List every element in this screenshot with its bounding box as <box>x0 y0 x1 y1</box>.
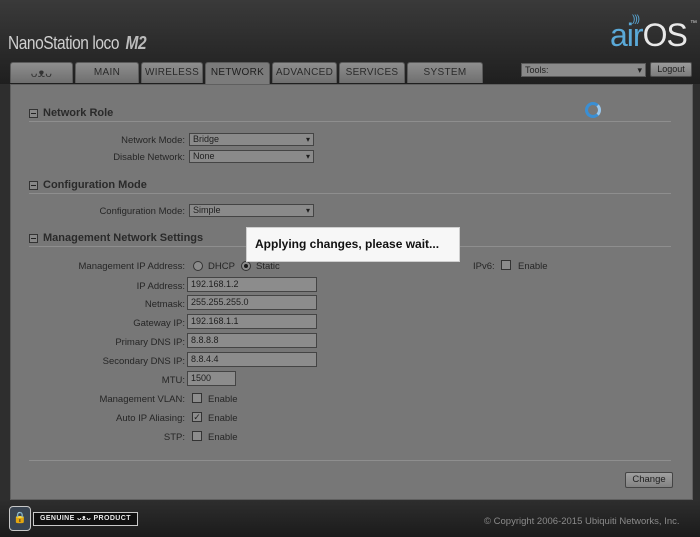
network-settings-panel: Network Role Network Mode: Bridge ▾ Disa… <box>10 84 693 500</box>
stp-enable-label: Enable <box>208 432 238 443</box>
management-network-header[interactable]: Management Network Settings <box>29 232 203 244</box>
configuration-mode-select[interactable]: Simple ▾ <box>189 204 314 217</box>
auto-ip-aliasing-label: Auto IP Aliasing: <box>115 413 185 424</box>
chevron-down-icon: ▾ <box>305 152 310 161</box>
stp-checkbox[interactable] <box>192 431 202 441</box>
mtu-field[interactable]: 1500 <box>187 371 236 386</box>
tab-wireless[interactable]: WIRELESS <box>141 62 203 83</box>
wifi-wave-icon: ))) <box>632 14 640 25</box>
tab-ubiquiti-logo[interactable]: ᴗᴥᴗ <box>10 62 73 83</box>
network-mode-label: Network Mode: <box>121 135 185 146</box>
ubiquiti-logo-icon: ᴗᴥᴗ <box>30 66 53 80</box>
ipv6-label: IPv6: <box>473 261 495 272</box>
chevron-down-icon: ▾ <box>305 135 310 144</box>
product-suffix: loco <box>92 33 120 53</box>
management-ip-address-label: Management IP Address: <box>78 261 186 272</box>
brand-tm: ™ <box>690 20 697 27</box>
product-name: NanoStation <box>8 33 89 53</box>
applying-changes-dialog: Applying changes, please wait... <box>246 227 460 262</box>
genuine-product-badge: 🔒 GENUINE ᴗᴥᴗ PRODUCT <box>9 506 144 531</box>
management-vlan-enable-label: Enable <box>208 394 238 405</box>
loading-spinner-icon <box>585 102 601 118</box>
configuration-mode-value: Simple <box>193 205 221 215</box>
mtu-label: MTU: <box>161 375 185 386</box>
ubiquiti-logo-icon: ᴗᴥᴗ <box>77 514 94 522</box>
header-bar: NanoStation loco M2 ))) airOS ™ ᴗᴥᴗ MAIN… <box>0 0 700 84</box>
gateway-ip-field[interactable]: 192.168.1.1 <box>187 314 317 329</box>
chevron-down-icon: ▾ <box>305 206 310 215</box>
section-divider <box>29 193 671 194</box>
tab-advanced[interactable]: ADVANCED <box>272 62 337 83</box>
netmask-label: Netmask: <box>144 299 185 310</box>
secondary-dns-field[interactable]: 8.8.4.4 <box>187 352 317 367</box>
tab-network[interactable]: NETWORK <box>205 62 270 84</box>
configuration-mode-header[interactable]: Configuration Mode <box>29 179 147 191</box>
badge-right-text: PRODUCT <box>93 514 131 522</box>
secondary-dns-label: Secondary DNS IP: <box>102 356 185 367</box>
logout-button[interactable]: Logout <box>650 62 692 77</box>
network-mode-value: Bridge <box>193 134 220 144</box>
section-divider <box>29 121 671 122</box>
dhcp-label: DHCP <box>208 261 235 272</box>
tab-main[interactable]: MAIN <box>75 62 139 83</box>
netmask-field[interactable]: 255.255.255.0 <box>187 295 317 310</box>
disable-network-value: None <box>193 151 215 161</box>
genuine-product-text: GENUINE ᴗᴥᴗ PRODUCT <box>33 511 138 526</box>
tab-services[interactable]: SERVICES <box>339 62 405 83</box>
gateway-ip-label: Gateway IP: <box>133 318 185 329</box>
network-role-title: Network Role <box>43 107 114 119</box>
brand-os: OS <box>642 17 688 53</box>
collapse-icon[interactable] <box>29 108 38 118</box>
network-role-header[interactable]: Network Role <box>29 107 113 119</box>
management-network-title: Management Network Settings <box>43 232 204 244</box>
tab-system[interactable]: SYSTEM <box>407 62 483 83</box>
management-vlan-checkbox[interactable] <box>192 393 202 403</box>
primary-dns-label: Primary DNS IP: <box>115 337 185 348</box>
stp-label: STP: <box>163 432 185 443</box>
lock-icon: 🔒 <box>9 506 31 531</box>
copyright-text: © Copyright 2006-2015 Ubiquiti Networks,… <box>484 516 680 527</box>
main-tabs: ᴗᴥᴗ MAIN WIRELESS NETWORK ADVANCED SERVI… <box>10 62 485 84</box>
primary-dns-field[interactable]: 8.8.8.8 <box>187 333 317 348</box>
disable-network-label: Disable Network: <box>113 152 185 163</box>
auto-ip-aliasing-checkbox[interactable]: ✓ <box>192 412 202 422</box>
ipv6-enable-label: Enable <box>518 261 548 272</box>
ipv6-checkbox[interactable] <box>501 260 511 270</box>
collapse-icon[interactable] <box>29 233 38 243</box>
ip-address-field[interactable]: 192.168.1.2 <box>187 277 317 292</box>
airos-logo: ))) airOS ™ <box>610 14 697 54</box>
static-label: Static <box>256 261 280 272</box>
product-logo: NanoStation loco M2 <box>8 33 147 54</box>
change-button[interactable]: Change <box>625 472 673 488</box>
tools-dropdown-value: Tools: <box>525 65 549 75</box>
network-mode-select[interactable]: Bridge ▾ <box>189 133 314 146</box>
tools-dropdown[interactable]: Tools: ▾ <box>521 63 646 77</box>
ip-address-label: IP Address: <box>136 281 185 292</box>
auto-ip-aliasing-enable-label: Enable <box>208 413 238 424</box>
configuration-mode-label: Configuration Mode: <box>99 206 185 217</box>
dhcp-radio[interactable] <box>193 261 203 271</box>
section-divider <box>29 460 671 461</box>
management-vlan-label: Management VLAN: <box>99 394 185 405</box>
static-radio[interactable] <box>241 261 251 271</box>
collapse-icon[interactable] <box>29 180 38 190</box>
chevron-down-icon: ▾ <box>637 65 642 75</box>
disable-network-select[interactable]: None ▾ <box>189 150 314 163</box>
product-model: M2 <box>125 33 147 53</box>
badge-left-text: GENUINE <box>40 514 75 522</box>
configuration-mode-title: Configuration Mode <box>43 179 147 191</box>
